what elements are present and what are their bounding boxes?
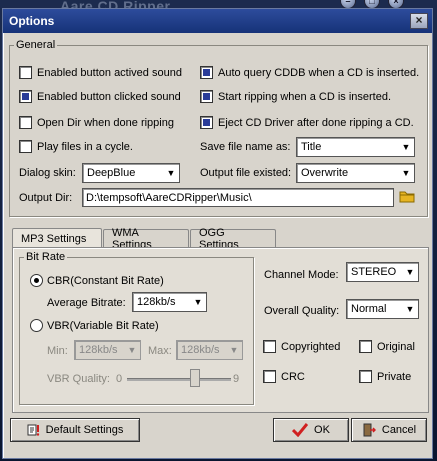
default-settings-label: Default Settings	[45, 424, 124, 436]
dialog-skin-label: Dialog skin:	[19, 167, 76, 179]
min-label: Min:	[47, 345, 68, 357]
checkbox-box[interactable]	[200, 116, 213, 129]
output-file-existed-label: Output file existed:	[200, 167, 292, 179]
radio-button[interactable]	[30, 274, 43, 287]
checkbox-auto-query-cddb[interactable]: Auto query CDDB when a CD is inserted.	[200, 66, 419, 79]
checkbox-label: Private	[377, 370, 412, 383]
vbr-quality-min-label: 0	[116, 373, 123, 385]
radio-button[interactable]	[30, 319, 43, 332]
options-dialog: Options × General Enabled button actived…	[2, 8, 433, 459]
chevron-down-icon[interactable]: ▼	[402, 263, 418, 281]
checkbox-box[interactable]	[359, 340, 372, 353]
chevron-down-icon[interactable]: ▼	[124, 341, 140, 359]
checkbox-box[interactable]	[19, 66, 32, 79]
ok-button[interactable]: OK	[273, 418, 349, 442]
save-file-name-label: Save file name as:	[200, 141, 291, 153]
vbr-quality-slider-thumb[interactable]	[189, 369, 200, 387]
chevron-down-icon[interactable]: ▼	[226, 341, 242, 359]
checkbox-button-actived-sound[interactable]: Enabled button actived sound	[19, 66, 182, 79]
cancel-button[interactable]: Cancel	[351, 418, 427, 442]
checkbox-label: Open Dir when done ripping	[37, 116, 174, 129]
checkbox-box[interactable]	[200, 90, 213, 103]
checkbox-play-cycle[interactable]: Play files in a cycle.	[19, 140, 133, 153]
dialog-skin-select[interactable]: DeepBlue ▼	[82, 163, 180, 183]
checkbox-private[interactable]: Private	[359, 370, 411, 383]
cbr-radio[interactable]: CBR(Constant Bit Rate)	[30, 274, 164, 287]
average-bitrate-select[interactable]: 128kb/s ▼	[132, 292, 207, 312]
vbr-quality-max-label: 9	[233, 373, 240, 385]
dialog-skin-value: DeepBlue	[87, 167, 136, 179]
average-bitrate-label: Average Bitrate:	[47, 297, 126, 309]
checkbox-label: Copyrighted	[281, 340, 341, 353]
checkbox-start-ripping[interactable]: Start ripping when a CD is inserted.	[200, 90, 391, 103]
default-settings-button[interactable]: Default Settings	[10, 418, 140, 442]
output-dir-label: Output Dir:	[19, 192, 73, 204]
chevron-down-icon[interactable]: ▼	[398, 164, 414, 182]
output-file-existed-select[interactable]: Overwrite ▼	[296, 163, 415, 183]
checkbox-label: Start ripping when a CD is inserted.	[218, 90, 392, 103]
checkbox-copyrighted[interactable]: Copyrighted	[263, 340, 340, 353]
checkbox-box[interactable]	[200, 66, 213, 79]
channel-mode-value: STEREO	[351, 266, 397, 278]
checkbox-label: Enabled button clicked sound	[37, 90, 181, 103]
cancel-label: Cancel	[381, 424, 417, 436]
general-legend: General	[16, 39, 56, 51]
dialog-title: Options	[9, 14, 55, 28]
max-label: Max:	[148, 345, 172, 357]
chevron-down-icon[interactable]: ▼	[163, 164, 179, 182]
checkbox-crc[interactable]: CRC	[263, 370, 305, 383]
checkbox-box[interactable]	[359, 370, 372, 383]
checkbox-original[interactable]: Original	[359, 340, 415, 353]
tab-wma-settings[interactable]: WMA Settings	[103, 227, 189, 251]
default-settings-icon	[27, 423, 41, 437]
ok-label: OK	[314, 424, 330, 436]
overall-quality-select[interactable]: Normal ▼	[346, 299, 419, 319]
min-bitrate-select[interactable]: 128kb/s ▼	[74, 340, 141, 360]
checkbox-box[interactable]	[19, 140, 32, 153]
checkbox-open-dir[interactable]: Open Dir when done ripping	[19, 116, 174, 129]
tab-label: MP3 Settings	[21, 232, 87, 245]
tab-mp3-settings[interactable]: MP3 Settings	[12, 228, 102, 248]
checkbox-box[interactable]	[263, 340, 276, 353]
dialog-close-button[interactable]: ×	[410, 13, 428, 29]
vbr-quality-slider-track[interactable]	[127, 378, 231, 381]
checkbox-button-clicked-sound[interactable]: Enabled button clicked sound	[19, 90, 181, 103]
checkbox-label: Eject CD Driver after done ripping a CD.	[218, 116, 414, 129]
checkmark-icon	[292, 423, 309, 437]
checkbox-box[interactable]	[263, 370, 276, 383]
checkbox-box[interactable]	[19, 116, 32, 129]
checkbox-label: Enabled button actived sound	[37, 66, 182, 79]
checkbox-eject-cd[interactable]: Eject CD Driver after done ripping a CD.	[200, 116, 414, 129]
max-bitrate-value: 128kb/s	[181, 344, 220, 356]
dialog-titlebar: Options ×	[3, 9, 432, 33]
channel-mode-label: Channel Mode:	[264, 269, 339, 281]
checkbox-label: Play files in a cycle.	[37, 140, 133, 153]
output-file-existed-value: Overwrite	[301, 167, 349, 179]
checkbox-label: Original	[377, 340, 415, 353]
min-bitrate-value: 128kb/s	[79, 344, 118, 356]
chevron-down-icon[interactable]: ▼	[190, 293, 206, 311]
channel-mode-select[interactable]: STEREO ▼	[346, 262, 419, 282]
checkbox-label: CRC	[281, 370, 305, 383]
chevron-down-icon[interactable]: ▼	[402, 300, 418, 318]
output-dir-value: D:\tempsoft\AareCDRipper\Music\	[86, 191, 252, 204]
vbr-label: VBR(Variable Bit Rate)	[47, 319, 159, 332]
average-bitrate-value: 128kb/s	[137, 296, 176, 308]
bitrate-legend: Bit Rate	[26, 251, 66, 263]
tab-ogg-settings[interactable]: OGG Settings	[190, 227, 276, 251]
folder-browse-icon[interactable]	[399, 189, 415, 206]
output-dir-input[interactable]: D:\tempsoft\AareCDRipper\Music\	[82, 188, 394, 207]
overall-quality-label: Overall Quality:	[264, 305, 340, 317]
save-file-name-value: Title	[301, 141, 322, 153]
vbr-radio[interactable]: VBR(Variable Bit Rate)	[30, 319, 159, 332]
max-bitrate-select[interactable]: 128kb/s ▼	[176, 340, 243, 360]
vbr-quality-label: VBR Quality:	[47, 373, 110, 385]
chevron-down-icon[interactable]: ▼	[398, 138, 414, 156]
exit-door-icon	[362, 423, 376, 437]
cbr-label: CBR(Constant Bit Rate)	[47, 274, 164, 287]
save-file-name-select[interactable]: Title ▼	[296, 137, 415, 157]
overall-quality-value: Normal	[351, 303, 387, 315]
checkbox-label: Auto query CDDB when a CD is inserted.	[218, 66, 420, 79]
checkbox-box[interactable]	[19, 90, 32, 103]
